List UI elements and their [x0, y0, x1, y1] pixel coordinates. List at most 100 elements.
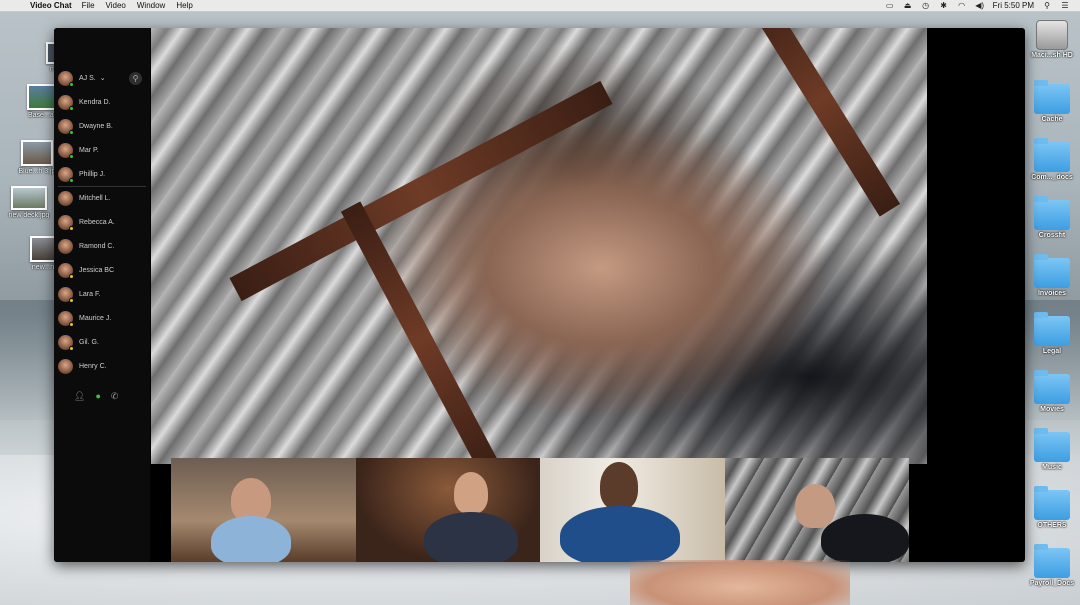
hard-disk-icon [1036, 20, 1068, 50]
airplay-icon[interactable]: ▭ [885, 1, 895, 10]
notification-list-icon[interactable]: ☰ [1060, 1, 1070, 10]
file-label: Blue...h 3.jp [18, 168, 56, 175]
folder-invoices[interactable]: Invoices [1027, 254, 1077, 297]
folder-icon [1034, 486, 1070, 520]
person-icon[interactable]: 👤︎ [74, 391, 85, 402]
participant-video[interactable] [171, 458, 356, 562]
participant-video[interactable] [355, 458, 540, 562]
contact-item[interactable]: Henry C. [58, 356, 148, 376]
contact-name: Mar P. [79, 146, 99, 154]
avatar [58, 310, 74, 327]
video-beam [741, 28, 901, 217]
folder-label: OTHERS [1037, 522, 1067, 529]
folder-label: Music [1042, 464, 1062, 471]
participant-video[interactable] [540, 458, 725, 562]
folder-others[interactable]: OTHERS [1027, 486, 1077, 529]
folder-label: Movies [1040, 406, 1064, 413]
folder-icon [1034, 428, 1070, 462]
hand-over-keyboard [630, 560, 850, 605]
video-beam [229, 80, 613, 302]
contact-name: Kendra D. [79, 98, 111, 106]
avatar [58, 190, 73, 206]
participant-body [211, 516, 291, 562]
eject-icon[interactable]: ⏏ [903, 1, 913, 10]
spotlight-icon[interactable]: ⚲ [1042, 1, 1052, 10]
menu-bar: Video Chat File Video Window Help ▭ ⏏ ◷ … [0, 0, 1080, 12]
folder-label: Legal [1042, 348, 1062, 355]
contact-name: Mitchell L. [79, 194, 111, 202]
file-thumbnail [27, 84, 57, 110]
participant-body [820, 514, 909, 562]
contact-item[interactable]: Phillip J. [58, 164, 148, 184]
chevron-down-icon[interactable]: ⌄ [100, 74, 106, 82]
chat-icon[interactable]: ● [95, 391, 100, 402]
participant-face [794, 484, 835, 528]
menu-file[interactable]: File [82, 1, 95, 10]
contact-item[interactable]: Mitchell L. [58, 188, 148, 208]
participant-face [453, 472, 488, 514]
folder-com-docs[interactable]: Com..._docs [1027, 138, 1077, 181]
folder-icon [1034, 196, 1070, 230]
participant-face [600, 462, 638, 510]
disk-label: Maci...sh HD [1031, 52, 1073, 59]
contact-item[interactable]: Gil. G. [58, 332, 148, 352]
folder-label: Invoices [1037, 290, 1066, 297]
menu-window[interactable]: Window [137, 1, 165, 10]
file-thumbnail [11, 186, 47, 210]
time-machine-icon[interactable]: ◷ [921, 1, 931, 10]
menu-help[interactable]: Help [176, 1, 192, 10]
bluetooth-icon[interactable]: ✱ [939, 1, 949, 10]
file-label: new...n [31, 264, 55, 271]
folder-movies[interactable]: Movies [1027, 370, 1077, 413]
file-label: Base...ar [27, 112, 56, 119]
volume-icon[interactable]: ◀) [975, 1, 985, 10]
hard-disk-icon-item[interactable]: Maci...sh HD [1027, 20, 1077, 59]
wifi-icon[interactable]: ◠ [957, 1, 967, 10]
contact-item[interactable]: Rebecca A. [58, 212, 148, 232]
avatar [58, 214, 74, 231]
app-menu[interactable]: Video Chat [30, 1, 72, 10]
menu-video[interactable]: Video [106, 1, 126, 10]
folder-icon [1034, 544, 1070, 578]
folder-label: Crossfit [1038, 232, 1066, 239]
contact-name: Dwayne B. [79, 122, 113, 130]
video-chat-window: AJ S. ⌄ ⚲ Kendra D. Dwayne B. Mar P. Phi… [54, 28, 1025, 562]
contacts-sidebar: AJ S. ⌄ ⚲ Kendra D. Dwayne B. Mar P. Phi… [54, 28, 150, 562]
avatar [58, 334, 74, 351]
contact-item[interactable]: Lara F. [58, 284, 148, 304]
participant-video[interactable] [724, 458, 909, 562]
desktop-file[interactable]: new deck.jpg [4, 186, 54, 219]
contact-item[interactable]: Dwayne B. [58, 116, 148, 136]
folder-payroll-docs[interactable]: Payroll_Docs [1027, 544, 1077, 587]
phone-icon[interactable]: ✆ [111, 391, 119, 402]
menubar-clock[interactable]: Fri 5:50 PM [993, 1, 1034, 10]
folder-label: Payroll_Docs [1029, 580, 1075, 587]
divider [58, 186, 146, 187]
participant-strip [171, 458, 909, 562]
contact-item[interactable]: Mar P. [58, 140, 148, 160]
avatar [58, 118, 74, 135]
avatar [58, 286, 74, 303]
main-video-feed[interactable] [151, 28, 927, 464]
avatar [58, 358, 73, 374]
contact-name: Jessica BC [79, 266, 115, 274]
contact-item[interactable]: Ramond C. [58, 236, 148, 256]
participant-body [423, 512, 518, 562]
folder-legal[interactable]: Legal [1027, 312, 1077, 355]
contact-item[interactable]: Maurice J. [58, 308, 148, 328]
folder-label: Cache [1041, 116, 1063, 123]
contact-item[interactable]: Jessica BC [58, 260, 148, 280]
contact-name: Gil. G. [79, 338, 99, 346]
folder-icon [1034, 312, 1070, 346]
search-icon[interactable]: ⚲ [129, 72, 142, 85]
contact-item[interactable]: Kendra D. [58, 92, 148, 112]
my-name: AJ S. [79, 74, 96, 82]
folder-icon [1034, 80, 1070, 114]
avatar [58, 142, 74, 159]
folder-cache[interactable]: Cache [1027, 80, 1077, 123]
folder-crossfit[interactable]: Crossfit [1027, 196, 1077, 239]
avatar [58, 166, 74, 183]
participant-body [560, 506, 680, 562]
contact-name: Rebecca A. [79, 218, 115, 226]
folder-music[interactable]: Music [1027, 428, 1077, 471]
